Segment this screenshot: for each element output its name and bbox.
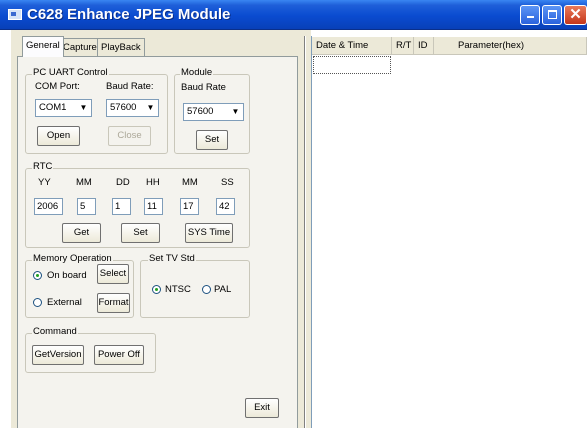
sys-time-button[interactable]: SYS Time <box>185 223 233 243</box>
module-baud-value: 57600 <box>187 106 214 117</box>
baud-rate-value: 57600 <box>110 102 137 113</box>
baud-rate-label: Baud Rate: <box>106 81 154 92</box>
rtc-get-button[interactable]: Get <box>62 223 101 243</box>
com-port-value: COM1 <box>39 102 67 113</box>
open-button[interactable]: Open <box>37 126 80 146</box>
power-off-button[interactable]: Power Off <box>94 345 144 365</box>
rtc-label-month: MM <box>76 177 92 188</box>
log-list[interactable] <box>311 36 587 428</box>
chevron-down-icon[interactable]: ▼ <box>77 101 90 115</box>
close-icon: ✕ <box>569 6 582 23</box>
splitter-handle[interactable] <box>304 36 306 428</box>
minimize-button[interactable] <box>520 5 540 25</box>
rtc-set-button[interactable]: Set <box>121 223 160 243</box>
ntsc-radio[interactable] <box>152 285 161 294</box>
tab-general[interactable]: General <box>22 36 64 57</box>
rtc-label-minute: MM <box>182 177 198 188</box>
module-group-title: Module <box>180 67 214 78</box>
memory-group-title: Memory Operation <box>32 253 113 264</box>
maximize-button[interactable] <box>542 5 562 25</box>
column-id[interactable]: ID <box>414 37 434 55</box>
column-rt[interactable]: R/T <box>392 37 414 55</box>
close-button[interactable]: ✕ <box>564 5 587 25</box>
rtc-label-second: SS <box>221 177 234 188</box>
memory-format-button[interactable]: Format <box>97 293 130 313</box>
module-baud-select[interactable]: 57600 ▼ <box>183 103 244 121</box>
app-icon[interactable] <box>8 9 22 20</box>
rtc-day-input[interactable]: 1 <box>112 198 131 215</box>
com-port-select[interactable]: COM1 ▼ <box>35 99 92 117</box>
rtc-second-input[interactable]: 42 <box>216 198 235 215</box>
chevron-down-icon[interactable]: ▼ <box>144 101 157 115</box>
rtc-label-day: DD <box>116 177 130 188</box>
command-group-title: Command <box>32 326 78 337</box>
tvstd-group-title: Set TV Std <box>148 253 196 264</box>
module-set-button[interactable]: Set <box>196 130 228 150</box>
external-radio[interactable] <box>33 298 42 307</box>
external-label[interactable]: External <box>47 297 82 308</box>
memory-select-button[interactable]: Select <box>97 264 129 284</box>
tab-playback[interactable]: PlayBack <box>97 38 145 56</box>
rtc-year-input[interactable]: 2006 <box>34 198 63 215</box>
log-focus-row[interactable] <box>313 56 391 74</box>
pal-radio[interactable] <box>202 285 211 294</box>
uart-group-title: PC UART Control <box>32 67 109 78</box>
onboard-label[interactable]: On board <box>47 270 87 281</box>
pal-label[interactable]: PAL <box>214 284 231 295</box>
rtc-label-hour: HH <box>146 177 160 188</box>
window-title: C628 Enhance JPEG Module <box>27 6 231 23</box>
rtc-hour-input[interactable]: 11 <box>144 198 163 215</box>
column-parameter[interactable]: Parameter(hex) <box>434 37 587 55</box>
rtc-minute-input[interactable]: 17 <box>180 198 199 215</box>
exit-button[interactable]: Exit <box>245 398 279 418</box>
maximize-icon <box>547 10 557 19</box>
onboard-radio[interactable] <box>33 271 42 280</box>
minimize-icon <box>526 16 534 18</box>
baud-rate-select[interactable]: 57600 ▼ <box>106 99 159 117</box>
rtc-month-input[interactable]: 5 <box>77 198 96 215</box>
com-port-label: COM Port: <box>35 81 80 92</box>
module-baud-label: Baud Rate <box>181 82 226 93</box>
rtc-label-year: YY <box>38 177 51 188</box>
tab-capture[interactable]: Capture <box>59 38 101 56</box>
column-date-time[interactable]: Date & Time <box>312 37 392 55</box>
chevron-down-icon[interactable]: ▼ <box>229 105 242 119</box>
splitter[interactable] <box>301 30 311 428</box>
get-version-button[interactable]: GetVersion <box>32 345 84 365</box>
ntsc-label[interactable]: NTSC <box>165 284 191 295</box>
close-port-button[interactable]: Close <box>108 126 151 146</box>
rtc-group-title: RTC <box>32 161 54 172</box>
